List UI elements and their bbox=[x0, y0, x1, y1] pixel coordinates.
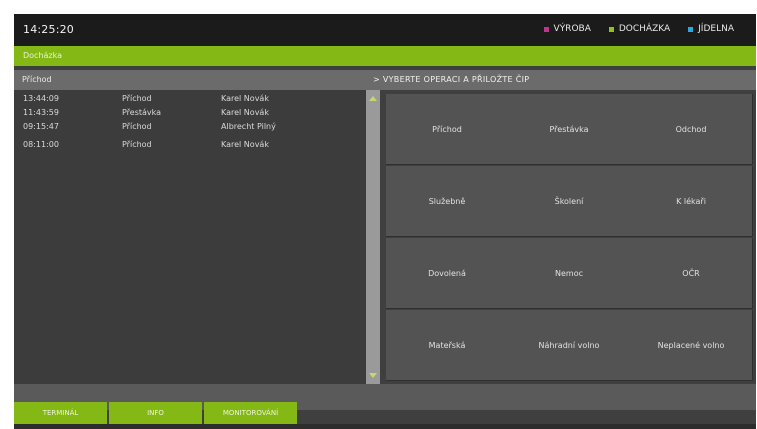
log-header-label: Příchod bbox=[22, 75, 52, 84]
clock: 14:25:20 bbox=[23, 23, 75, 36]
table-row: 08:11:00 Příchod Karel Novák bbox=[14, 140, 366, 154]
scroll-down-icon[interactable] bbox=[369, 373, 377, 378]
log-action: Přestávka bbox=[122, 108, 162, 117]
log-name: Karel Novák bbox=[221, 94, 269, 103]
operation-grid: Příchod Přestávka Odchod Služebně Školen… bbox=[386, 94, 756, 384]
tab-info[interactable]: INFO bbox=[109, 402, 202, 424]
log-time: 11:43:59 bbox=[23, 108, 59, 117]
terminal-screen: 14:25:20 VÝROBA DOCHÁZKA JÍDELNA Docházk… bbox=[14, 14, 756, 429]
op-ocr-button[interactable]: OČR bbox=[630, 238, 753, 309]
log-header: Příchod bbox=[14, 70, 366, 90]
op-materska-button[interactable]: Mateřská bbox=[386, 310, 509, 381]
op-nemoc-button[interactable]: Nemoc bbox=[508, 238, 631, 309]
op-sluzebne-button[interactable]: Služebně bbox=[386, 166, 509, 237]
bottom-tabs: TERMINÁL INFO MONITOROVÁNÍ bbox=[14, 402, 297, 424]
log-name: Karel Novák bbox=[221, 108, 269, 117]
table-row: 11:43:59 Přestávka Karel Novák bbox=[14, 108, 366, 122]
log-time: 08:11:00 bbox=[23, 140, 59, 149]
op-nahradni-volno-button[interactable]: Náhradní volno bbox=[508, 310, 631, 381]
tab-monitorovani[interactable]: MONITOROVÁNÍ bbox=[204, 402, 297, 424]
log-name: Karel Novák bbox=[221, 140, 269, 149]
scroll-up-icon[interactable] bbox=[369, 96, 377, 101]
operation-prompt-label: > VYBERTE OPERACI A PŘILOŽTE ČIP bbox=[373, 75, 530, 84]
module-dochazka[interactable]: DOCHÁZKA bbox=[608, 24, 671, 34]
attendance-log: 13:44:09 Příchod Karel Novák 11:43:59 Př… bbox=[14, 90, 366, 384]
module-label: DOCHÁZKA bbox=[618, 24, 671, 34]
tab-terminal[interactable]: TERMINÁL bbox=[14, 402, 107, 424]
op-dovolena-button[interactable]: Dovolená bbox=[386, 238, 509, 309]
op-prichod-button[interactable]: Příchod bbox=[386, 94, 509, 165]
module-switcher: VÝROBA DOCHÁZKA JÍDELNA bbox=[543, 24, 734, 34]
operation-prompt: > VYBERTE OPERACI A PŘILOŽTE ČIP bbox=[366, 70, 756, 90]
log-time: 13:44:09 bbox=[23, 94, 59, 103]
section-title: Docházka bbox=[23, 51, 63, 60]
log-action: Příchod bbox=[122, 94, 152, 103]
table-row: 09:15:47 Příchod Albrecht Pilný bbox=[14, 122, 366, 136]
op-skoleni-button[interactable]: Školení bbox=[508, 166, 631, 237]
section-title-bar: Docházka bbox=[14, 46, 756, 66]
log-name: Albrecht Pilný bbox=[221, 122, 276, 131]
log-action: Příchod bbox=[122, 122, 152, 131]
module-color-icon bbox=[543, 26, 549, 32]
module-vyroba[interactable]: VÝROBA bbox=[543, 24, 591, 34]
module-color-icon bbox=[688, 26, 694, 32]
log-time: 09:15:47 bbox=[23, 122, 59, 131]
module-label: VÝROBA bbox=[553, 24, 591, 34]
module-label: JÍDELNA bbox=[698, 24, 734, 34]
bottom-edge bbox=[14, 424, 756, 429]
module-color-icon bbox=[608, 26, 614, 32]
op-k-lekari-button[interactable]: K lékaři bbox=[630, 166, 753, 237]
op-odchod-button[interactable]: Odchod bbox=[630, 94, 753, 165]
module-jidelna[interactable]: JÍDELNA bbox=[688, 24, 734, 34]
top-bar: 14:25:20 VÝROBA DOCHÁZKA JÍDELNA bbox=[14, 14, 756, 46]
op-prestavka-button[interactable]: Přestávka bbox=[508, 94, 631, 165]
log-scrollbar[interactable] bbox=[366, 90, 380, 384]
table-row: 13:44:09 Příchod Karel Novák bbox=[14, 94, 366, 108]
op-neplacene-volno-button[interactable]: Neplacené volno bbox=[630, 310, 753, 381]
log-action: Příchod bbox=[122, 140, 152, 149]
